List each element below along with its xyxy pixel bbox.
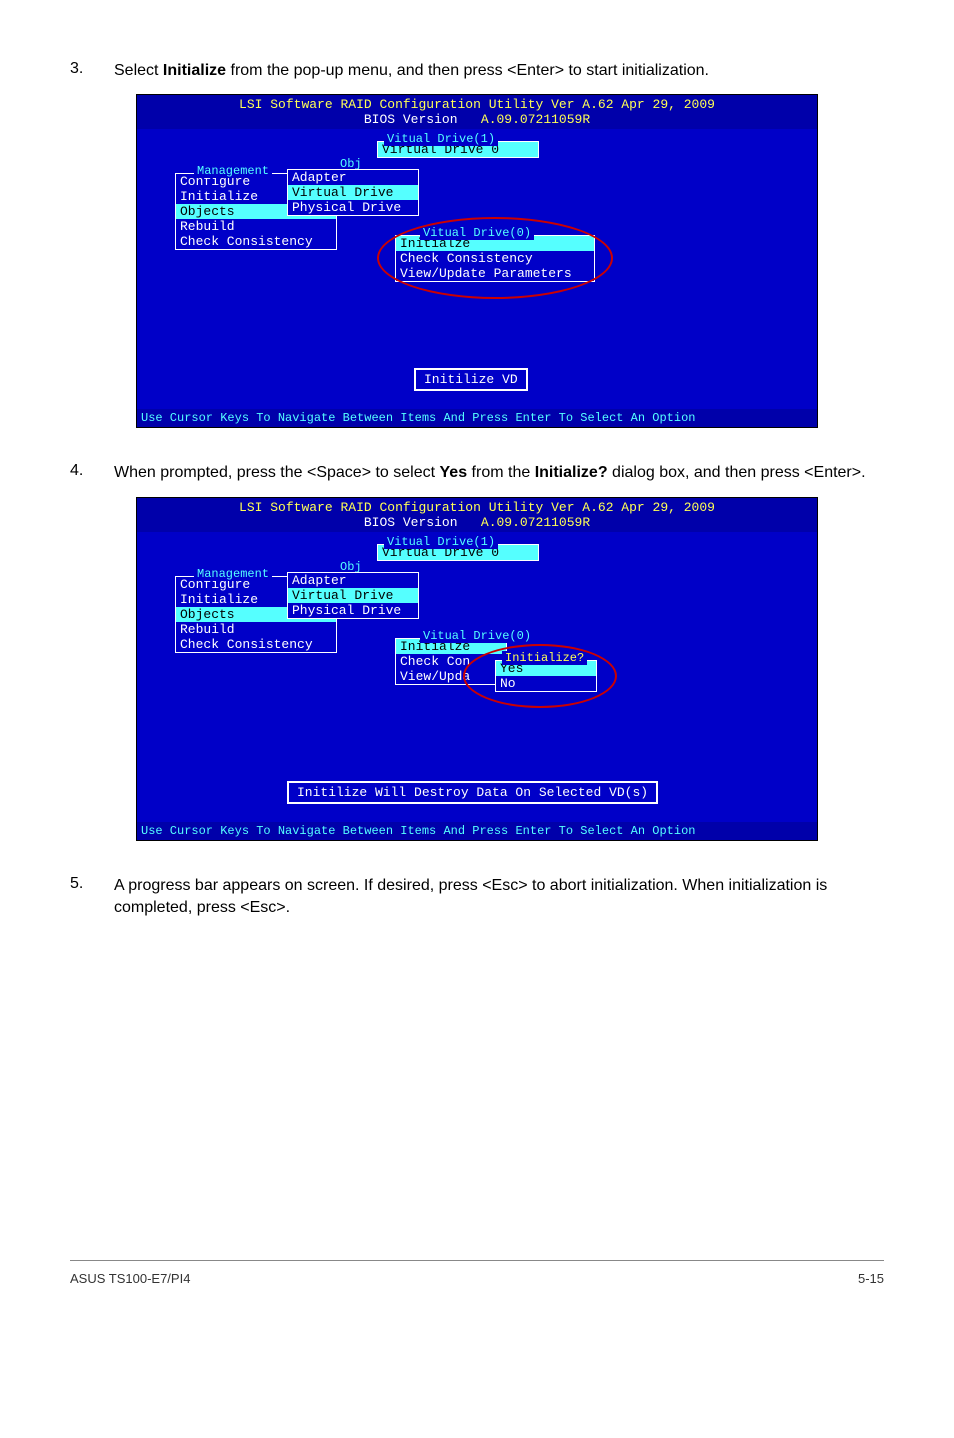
bios-screenshot-1: LSI Software RAID Configuration Utility … bbox=[136, 94, 818, 428]
bios-body: Vitual Drive(1) Virtual Drive 0 Obj Mana… bbox=[137, 532, 817, 822]
text: from the bbox=[467, 464, 535, 481]
bios-footer: Use Cursor Keys To Navigate Between Item… bbox=[137, 409, 817, 427]
vd0-view[interactable]: View/Update Parameters bbox=[396, 266, 594, 281]
obj-label-holder: Obj bbox=[337, 159, 375, 167]
option-no[interactable]: No bbox=[496, 676, 596, 691]
footer-right: 5-15 bbox=[858, 1271, 884, 1286]
virtual-drive-0-panel: Vitual Drive(0) Initialze Check Consiste… bbox=[395, 235, 595, 282]
step-5: 5. A progress bar appears on screen. If … bbox=[70, 875, 884, 920]
panel-label: Initialize? bbox=[502, 651, 587, 665]
step-number: 4. bbox=[70, 462, 114, 484]
bios-body: Vitual Drive(1) Virtual Drive 0 Obj Mana… bbox=[137, 129, 817, 409]
status-box: Initilize VD bbox=[414, 368, 528, 391]
text-bold: Initialize bbox=[163, 62, 226, 79]
menu-rebuild[interactable]: Rebuild bbox=[176, 622, 336, 637]
bios-title-line2: BIOS Version A.09.07211059R bbox=[137, 112, 817, 127]
panel-label: Vitual Drive(1) bbox=[384, 132, 498, 146]
step-text: Select Initialize from the pop-up menu, … bbox=[114, 60, 884, 82]
submenu-virtual-drive[interactable]: Virtual Drive bbox=[288, 588, 418, 603]
text-bold: Yes bbox=[440, 464, 468, 481]
panel-label: Vitual Drive(0) bbox=[420, 629, 534, 643]
bios-header: LSI Software RAID Configuration Utility … bbox=[137, 498, 817, 532]
vd0-view[interactable]: View/Upda bbox=[396, 669, 506, 684]
step-4: 4. When prompted, press the <Space> to s… bbox=[70, 462, 884, 484]
text-bold: Initialize? bbox=[535, 464, 608, 481]
objects-submenu: Adapter Virtual Drive Physical Drive bbox=[287, 572, 419, 619]
panel-label: Management bbox=[194, 164, 272, 178]
bios-title-line2: BIOS Version A.09.07211059R bbox=[137, 515, 817, 530]
panel-label: Vitual Drive(0) bbox=[420, 226, 534, 240]
step-text: When prompted, press the <Space> to sele… bbox=[114, 462, 884, 484]
bios-title-line1: LSI Software RAID Configuration Utility … bbox=[137, 500, 817, 515]
text: Select bbox=[114, 62, 163, 79]
text: from the pop-up menu, and then press <En… bbox=[226, 62, 709, 79]
panel-label: Management bbox=[194, 567, 272, 581]
bios-screenshot-2: LSI Software RAID Configuration Utility … bbox=[136, 497, 818, 841]
text: When prompted, press the <Space> to sele… bbox=[114, 464, 440, 481]
bios-footer: Use Cursor Keys To Navigate Between Item… bbox=[137, 822, 817, 840]
step-number: 5. bbox=[70, 875, 114, 920]
vd0-check[interactable]: Check Con bbox=[396, 654, 506, 669]
menu-check[interactable]: Check Consistency bbox=[176, 637, 336, 652]
footer-left: ASUS TS100-E7/PI4 bbox=[70, 1271, 190, 1286]
submenu-adapter[interactable]: Adapter bbox=[288, 573, 418, 588]
page-footer: ASUS TS100-E7/PI4 5-15 bbox=[70, 1260, 884, 1310]
obj-label-holder: Obj bbox=[337, 562, 375, 570]
step-text: A progress bar appears on screen. If des… bbox=[114, 875, 884, 920]
bios-header: LSI Software RAID Configuration Utility … bbox=[137, 95, 817, 129]
text: dialog box, and then press <Enter>. bbox=[608, 464, 866, 481]
bios-title-line1: LSI Software RAID Configuration Utility … bbox=[137, 97, 817, 112]
step-3: 3. Select Initialize from the pop-up men… bbox=[70, 60, 884, 82]
virtual-drive-1-panel: Vitual Drive(1) Virtual Drive 0 bbox=[377, 141, 539, 158]
submenu-adapter[interactable]: Adapter bbox=[288, 170, 418, 185]
menu-rebuild[interactable]: Rebuild bbox=[176, 219, 336, 234]
submenu-virtual-drive[interactable]: Virtual Drive bbox=[288, 185, 418, 200]
step-number: 3. bbox=[70, 60, 114, 82]
panel-label: Vitual Drive(1) bbox=[384, 535, 498, 549]
virtual-drive-0-panel: Vitual Drive(0) Initialze Check Con View… bbox=[395, 638, 507, 685]
vd0-check[interactable]: Check Consistency bbox=[396, 251, 594, 266]
submenu-physical-drive[interactable]: Physical Drive bbox=[288, 200, 418, 215]
submenu-physical-drive[interactable]: Physical Drive bbox=[288, 603, 418, 618]
status-box: Initilize Will Destroy Data On Selected … bbox=[287, 781, 658, 804]
initialize-dialog: Initialize? Yes No bbox=[495, 660, 597, 692]
objects-submenu: Adapter Virtual Drive Physical Drive bbox=[287, 169, 419, 216]
virtual-drive-1-panel: Vitual Drive(1) Virtual Drive 0 bbox=[377, 544, 539, 561]
menu-check[interactable]: Check Consistency bbox=[176, 234, 336, 249]
